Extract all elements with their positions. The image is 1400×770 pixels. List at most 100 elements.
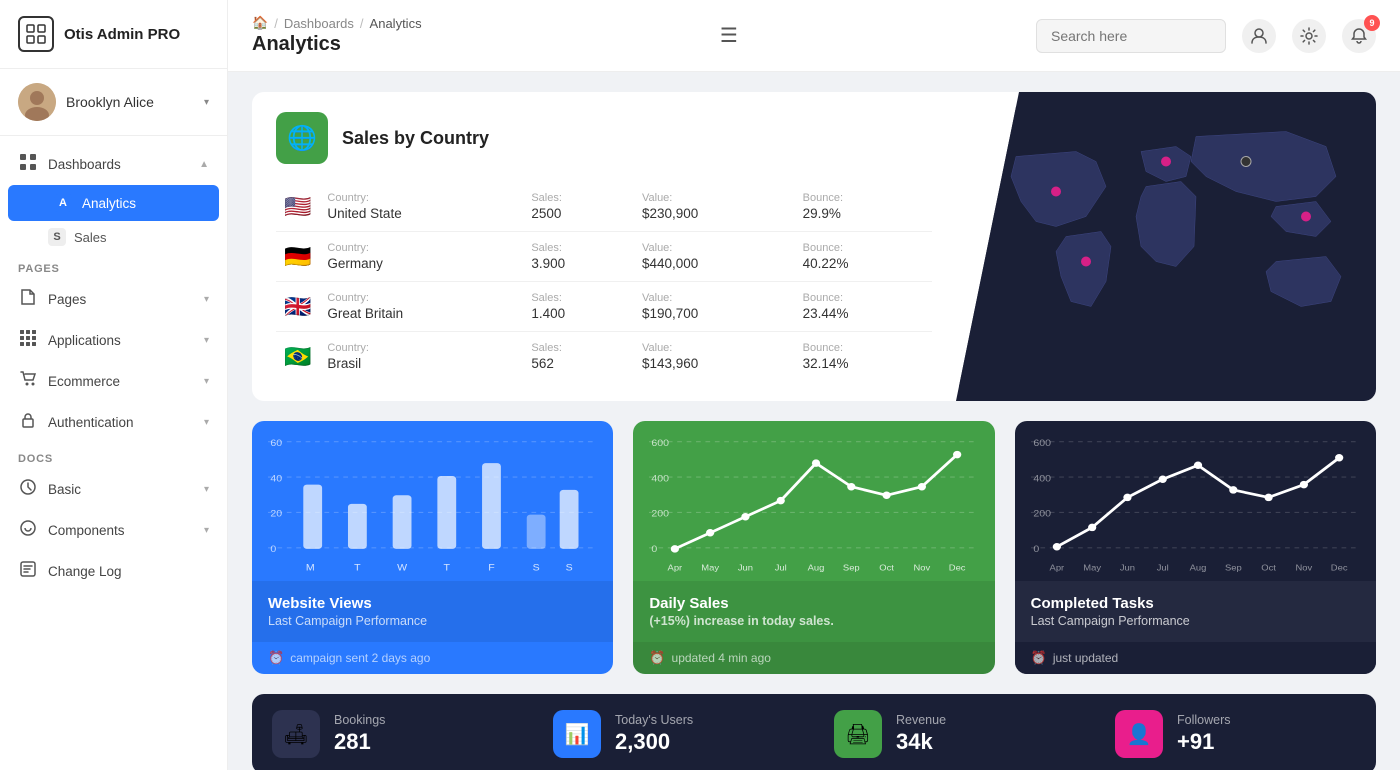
authentication-icon bbox=[18, 411, 38, 434]
website-views-card: 60 40 20 0 M T bbox=[252, 421, 613, 674]
stat-text: Revenue 34k bbox=[896, 713, 946, 755]
bounce-cell: Bounce:40.22% bbox=[795, 232, 932, 282]
svg-text:Jul: Jul bbox=[1156, 563, 1168, 573]
svg-text:M: M bbox=[306, 563, 315, 573]
notifications-icon[interactable]: 9 bbox=[1342, 19, 1376, 53]
username: Brooklyn Alice bbox=[66, 94, 194, 110]
changelog-icon bbox=[18, 560, 38, 583]
flag-cell: 🇩🇪 bbox=[276, 232, 319, 282]
completed-tasks-footer: ⏰ just updated bbox=[1015, 642, 1376, 674]
daily-sales-footer: ⏰ updated 4 min ago bbox=[633, 642, 994, 674]
stat-value: 2,300 bbox=[615, 729, 693, 755]
svg-text:200: 200 bbox=[652, 509, 670, 519]
svg-text:Apr: Apr bbox=[668, 563, 683, 573]
sidebar-item-changelog[interactable]: Change Log bbox=[0, 551, 227, 592]
svg-text:0: 0 bbox=[1033, 544, 1039, 554]
stat-value: 281 bbox=[334, 729, 385, 755]
flag-cell: 🇺🇸 bbox=[276, 182, 319, 232]
svg-text:F: F bbox=[488, 563, 494, 573]
clock-icon: ⏰ bbox=[268, 650, 284, 666]
bounce-cell: Bounce:32.14% bbox=[795, 332, 932, 382]
sidebar-item-components[interactable]: Components ▾ bbox=[0, 510, 227, 551]
stat-item: 🛋 Bookings 281 bbox=[252, 694, 533, 770]
country-cell: Country:United State bbox=[319, 182, 523, 232]
pages-section-label: PAGES bbox=[0, 253, 227, 279]
pages-label: Pages bbox=[48, 292, 194, 307]
completed-tasks-footer-text: just updated bbox=[1053, 651, 1118, 665]
stat-value: +91 bbox=[1177, 729, 1231, 755]
notification-count: 9 bbox=[1364, 15, 1380, 31]
svg-text:T: T bbox=[444, 563, 450, 573]
sidebar: Otis Admin PRO Brooklyn Alice ▾ Das bbox=[0, 0, 228, 770]
authentication-chevron-icon: ▾ bbox=[204, 417, 209, 428]
sidebar-item-dashboards[interactable]: Dashboards ▲ bbox=[0, 144, 227, 185]
stat-item: 👤 Followers +91 bbox=[1095, 694, 1376, 770]
svg-text:Nov: Nov bbox=[914, 563, 931, 573]
daily-sales-subtitle: (+15%) increase in today sales. bbox=[649, 614, 978, 628]
stat-item: 📊 Today's Users 2,300 bbox=[533, 694, 814, 770]
stat-text: Bookings 281 bbox=[334, 713, 385, 755]
sidebar-user[interactable]: Brooklyn Alice ▾ bbox=[0, 69, 227, 136]
sales-cell: Sales:2500 bbox=[523, 182, 634, 232]
breadcrumb-sep1: / bbox=[274, 16, 278, 31]
pages-chevron-icon: ▾ bbox=[204, 294, 209, 305]
svg-text:Jun: Jun bbox=[1120, 563, 1135, 573]
bounce-cell: Bounce:23.44% bbox=[795, 282, 932, 332]
components-chevron-icon: ▾ bbox=[204, 525, 209, 536]
website-views-info: Website Views Last Campaign Performance bbox=[252, 581, 613, 642]
website-views-chart: 60 40 20 0 M T bbox=[252, 421, 613, 581]
svg-text:600: 600 bbox=[652, 438, 670, 448]
topbar-left: 🏠 / Dashboards / Analytics Analytics bbox=[252, 15, 422, 56]
stat-item: 🖨 Revenue 34k bbox=[814, 694, 1095, 770]
daily-sales-chart: 600 400 200 0 bbox=[633, 421, 994, 581]
country-table: 🇺🇸 Country:United State Sales:2500 Value… bbox=[276, 182, 932, 381]
sidebar-item-applications[interactable]: Applications ▾ bbox=[0, 320, 227, 361]
sales-card-header: 🌐 Sales by Country bbox=[276, 112, 932, 164]
svg-text:600: 600 bbox=[1033, 438, 1051, 448]
sales-title: Sales by Country bbox=[342, 128, 489, 149]
user-profile-icon[interactable] bbox=[1242, 19, 1276, 53]
clock-icon-2: ⏰ bbox=[649, 650, 665, 666]
svg-text:Sep: Sep bbox=[843, 563, 860, 573]
content-area: 🌐 Sales by Country 🇺🇸 Country:United Sta… bbox=[228, 72, 1400, 770]
stat-text: Followers +91 bbox=[1177, 713, 1231, 755]
authentication-label: Authentication bbox=[48, 415, 194, 430]
sidebar-item-sales[interactable]: S Sales bbox=[0, 221, 227, 253]
hamburger-menu[interactable]: ☰ bbox=[720, 23, 738, 48]
search-input[interactable] bbox=[1036, 19, 1226, 53]
completed-tasks-card: 600 400 200 0 bbox=[1015, 421, 1376, 674]
breadcrumb-dashboards[interactable]: Dashboards bbox=[284, 16, 354, 31]
value-cell: Value:$440,000 bbox=[634, 232, 795, 282]
svg-text:W: W bbox=[397, 563, 407, 573]
daily-sales-footer-text: updated 4 min ago bbox=[672, 651, 771, 665]
sidebar-item-pages[interactable]: Pages ▾ bbox=[0, 279, 227, 320]
svg-text:Dec: Dec bbox=[1330, 563, 1347, 573]
stat-icon: 👤 bbox=[1115, 710, 1163, 758]
svg-text:20: 20 bbox=[270, 509, 282, 519]
basic-label: Basic bbox=[48, 482, 194, 497]
sidebar-item-basic[interactable]: Basic ▾ bbox=[0, 469, 227, 510]
sidebar-item-ecommerce[interactable]: Ecommerce ▾ bbox=[0, 361, 227, 402]
stat-icon: 🛋 bbox=[272, 710, 320, 758]
svg-text:Jun: Jun bbox=[738, 563, 753, 573]
breadcrumb-current: Analytics bbox=[370, 16, 422, 31]
svg-text:May: May bbox=[1083, 563, 1101, 573]
stat-icon: 🖨 bbox=[834, 710, 882, 758]
topbar-right: 9 bbox=[1036, 19, 1376, 53]
ecommerce-chevron-icon: ▾ bbox=[204, 376, 209, 387]
settings-icon[interactable] bbox=[1292, 19, 1326, 53]
world-map bbox=[956, 92, 1376, 401]
value-cell: Value:$190,700 bbox=[634, 282, 795, 332]
sidebar-item-authentication[interactable]: Authentication ▾ bbox=[0, 402, 227, 443]
table-row: 🇺🇸 Country:United State Sales:2500 Value… bbox=[276, 182, 932, 232]
main-content: 🏠 / Dashboards / Analytics Analytics ☰ bbox=[228, 0, 1400, 770]
value-cell: Value:$230,900 bbox=[634, 182, 795, 232]
website-views-footer-text: campaign sent 2 days ago bbox=[290, 651, 430, 665]
svg-text:S: S bbox=[533, 563, 540, 573]
svg-text:40: 40 bbox=[270, 474, 282, 484]
completed-tasks-subtitle: Last Campaign Performance bbox=[1031, 614, 1360, 628]
table-row: 🇧🇷 Country:Brasil Sales:562 Value:$143,9… bbox=[276, 332, 932, 382]
sales-by-country-card: 🌐 Sales by Country 🇺🇸 Country:United Sta… bbox=[252, 92, 1376, 401]
logo-text: Otis Admin PRO bbox=[64, 26, 180, 43]
sidebar-item-analytics[interactable]: A Analytics bbox=[8, 185, 219, 221]
